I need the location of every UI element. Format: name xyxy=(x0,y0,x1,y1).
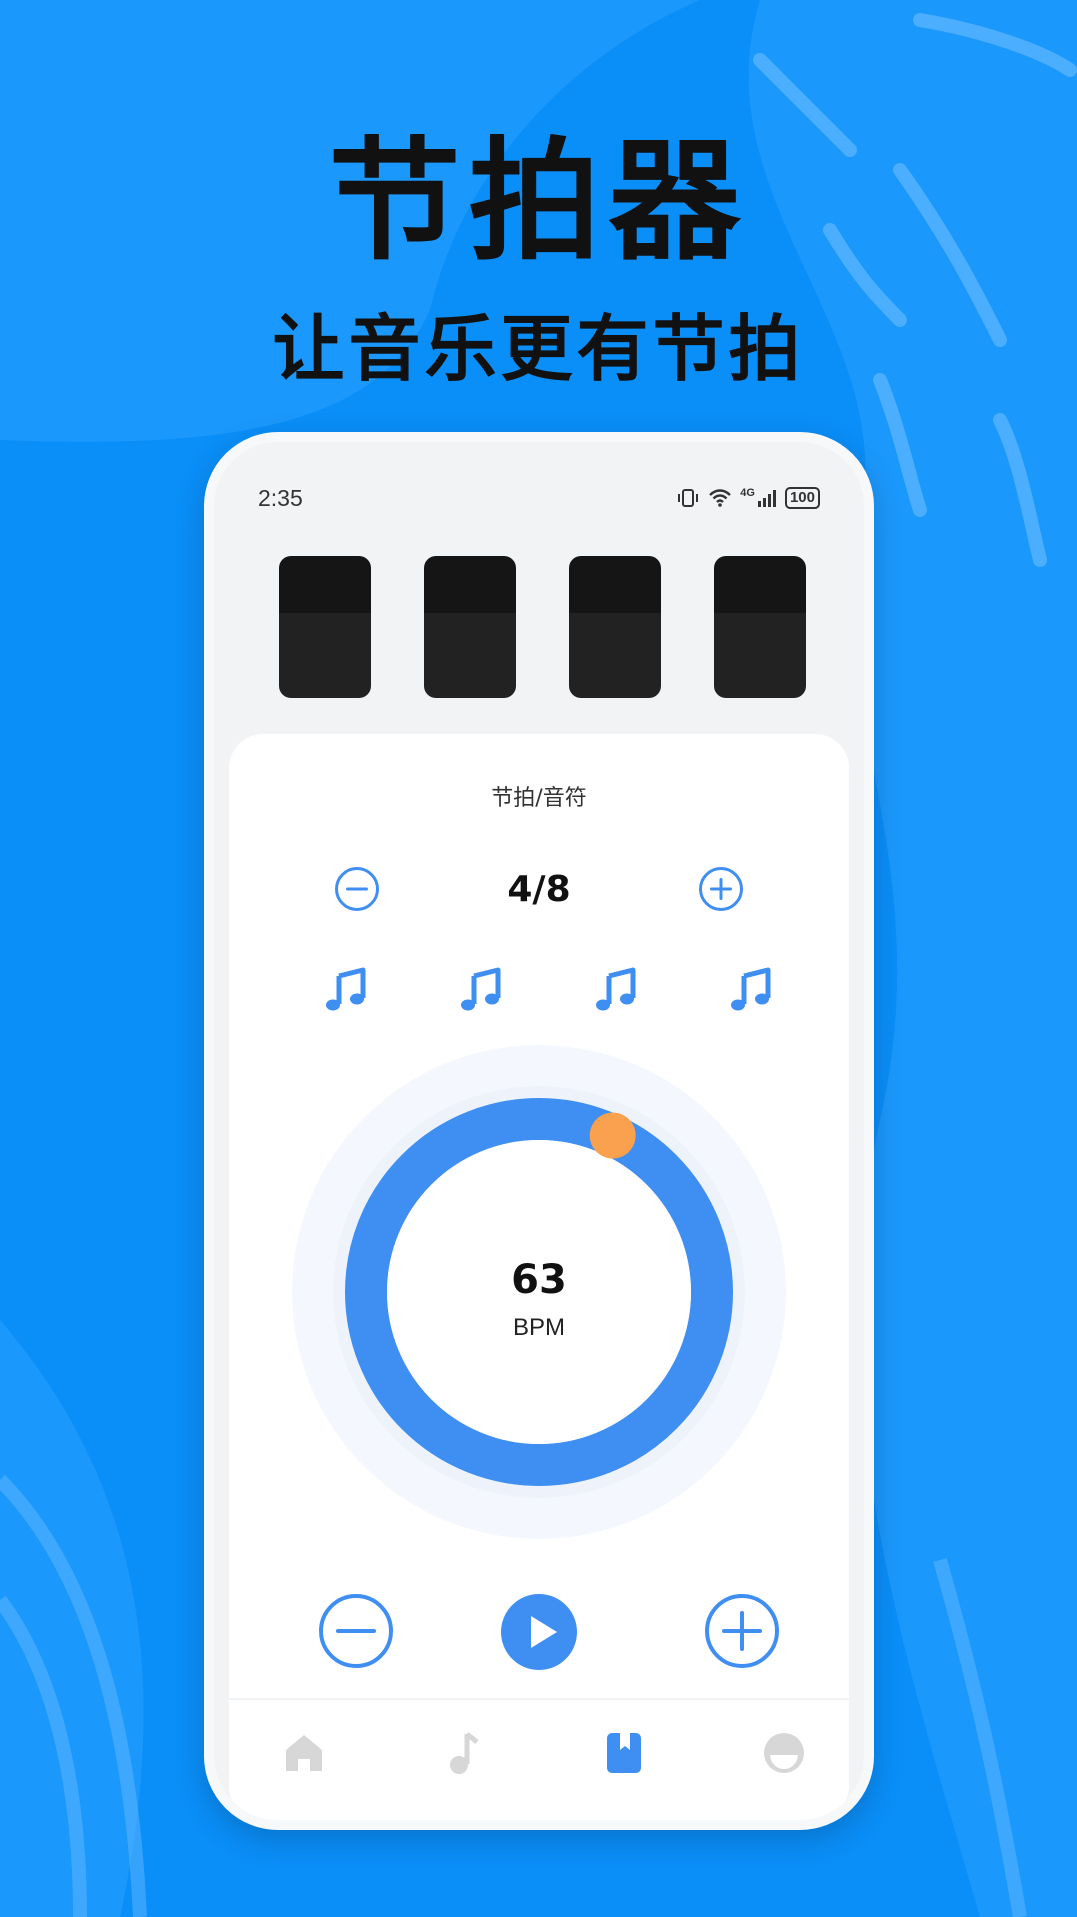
dial-knob[interactable] xyxy=(589,1112,636,1159)
bpm-dial[interactable]: 63 BPM xyxy=(291,1044,787,1540)
home-icon[interactable] xyxy=(279,1728,329,1778)
increase-bpm-button[interactable] xyxy=(705,1594,779,1668)
decrease-beats-button[interactable] xyxy=(335,867,379,911)
battery-indicator: 100 xyxy=(784,487,820,509)
beat-notes-row xyxy=(229,962,849,1018)
beat-pad[interactable] xyxy=(424,556,516,698)
status-bar: 2:35 4G 100 xyxy=(214,442,864,532)
status-time: 2:35 xyxy=(258,484,303,511)
beat-pad[interactable] xyxy=(569,556,661,698)
promo-subtitle: 让音乐更有节拍 xyxy=(272,307,805,391)
music-note-icon[interactable] xyxy=(454,962,510,1018)
bpm-dial-graphic: 63 BPM xyxy=(292,1045,786,1539)
beat-pad[interactable] xyxy=(714,556,806,698)
decrease-bpm-button[interactable] xyxy=(319,1594,393,1668)
music-note-icon[interactable] xyxy=(319,962,375,1018)
bpm-unit: BPM xyxy=(513,1314,565,1341)
tempo-controls xyxy=(229,1594,849,1674)
metronome-panel: 节拍/音符 4/8 63 BPM xyxy=(229,734,849,1820)
phone-mockup: 2:35 4G 100 节拍/音符 4/8 63 BPM xyxy=(204,432,874,1830)
beat-pad[interactable] xyxy=(279,556,371,698)
section-label: 节拍/音符 xyxy=(491,786,587,811)
time-signature-value: 4/8 xyxy=(507,869,571,910)
bpm-value: 63 xyxy=(511,1257,567,1303)
profile-face-icon[interactable] xyxy=(759,1728,809,1778)
bookmark-book-icon[interactable] xyxy=(599,1728,649,1778)
time-signature-row: 4/8 xyxy=(229,867,849,917)
music-note-icon[interactable] xyxy=(589,962,645,1018)
beat-pads xyxy=(279,556,809,698)
music-note-icon[interactable] xyxy=(439,1728,489,1778)
status-icons: 4G 100 xyxy=(676,487,820,509)
promo-title: 节拍器 xyxy=(328,125,749,279)
increase-beats-button[interactable] xyxy=(699,867,743,911)
play-button[interactable] xyxy=(501,1594,577,1670)
network-label: 4G xyxy=(740,487,755,499)
signal-icon xyxy=(757,490,776,507)
music-note-icon[interactable] xyxy=(724,962,780,1018)
bottom-tab-bar xyxy=(229,1698,849,1818)
vibrate-icon xyxy=(678,489,699,507)
wifi-icon xyxy=(709,489,732,507)
